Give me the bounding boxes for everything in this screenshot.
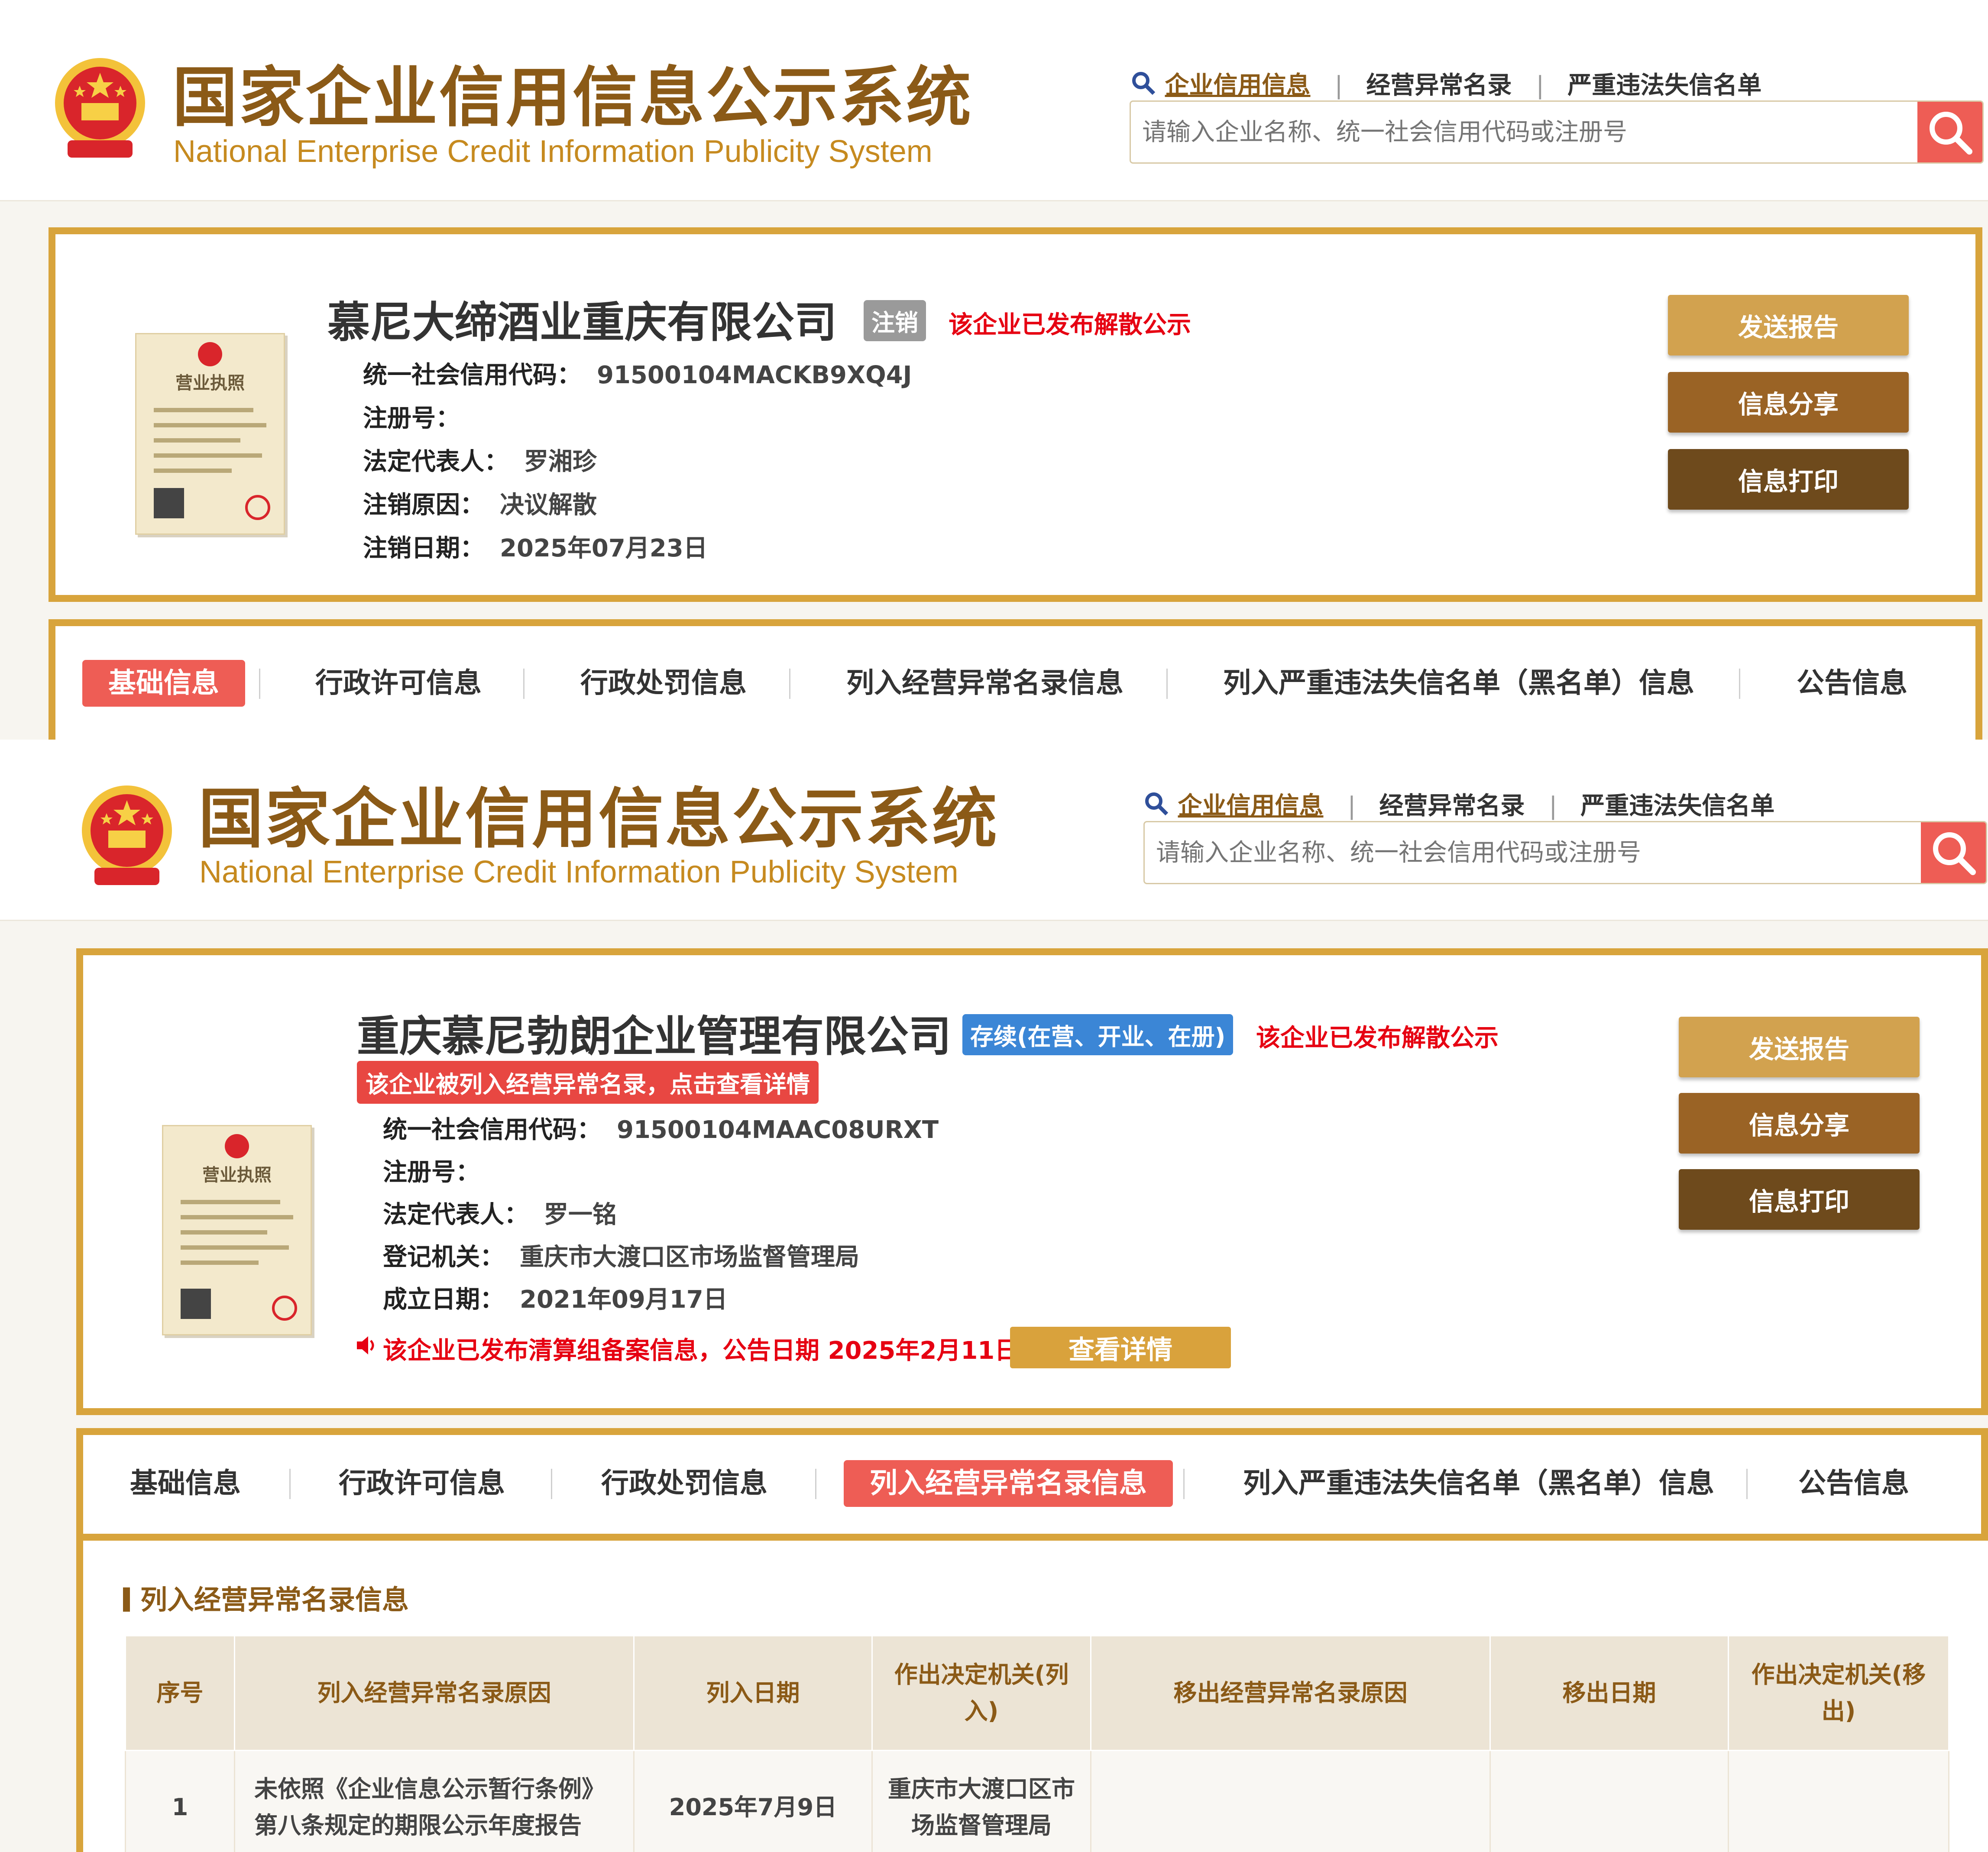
- dissolution-notice: 该企业已发布解散公示: [949, 311, 1191, 339]
- license-title: 营业执照: [175, 373, 245, 393]
- top-nav: 企业信用信息 | 经营异常名录 | 严重违法失信名单: [1130, 66, 1769, 101]
- status-badge: 注销: [864, 300, 926, 341]
- status-badge: 存续(在营、开业、在册): [962, 1014, 1234, 1055]
- cell-reason: 未依照《企业信息公示暂行条例》第八条规定的期限公示年度报告: [234, 1750, 635, 1852]
- national-emblem-icon: [82, 785, 172, 885]
- tab-admin-penalty[interactable]: 行政处罚信息: [601, 1460, 767, 1507]
- col-header-date: 列入日期: [633, 1635, 873, 1751]
- cell-authority-in: 重庆市大渡口区市场监督管理局: [871, 1750, 1091, 1852]
- abnormal-list-banner[interactable]: 该企业被列入经营异常名录，点击查看详情: [357, 1061, 819, 1104]
- license-icon[interactable]: 营业执照: [135, 333, 285, 535]
- field-legal-rep: 法定代表人： 罗湘珍: [363, 448, 597, 476]
- tab-basic-info[interactable]: 基础信息: [130, 1460, 241, 1507]
- license-title: 营业执照: [202, 1165, 272, 1185]
- share-info-button[interactable]: 信息分享: [1668, 372, 1909, 433]
- company-info-card: 营业执照 慕尼大缔酒业重庆有限公司 注销 该企业已发布解散公示 统一社会信用代码…: [49, 227, 1982, 602]
- cell-removal-date: [1489, 1750, 1729, 1852]
- magnifier-icon: [1145, 792, 1169, 816]
- search-button[interactable]: [1917, 102, 1982, 162]
- col-header-authority-out: 作出决定机关(移出): [1728, 1635, 1949, 1751]
- nav-abnormal-list[interactable]: 经营异常名录: [1366, 66, 1512, 101]
- cell-date: 2025年7月9日: [633, 1750, 873, 1852]
- site-header-2: 国家企业信用信息公示系统 National Enterprise Credit …: [0, 740, 1988, 921]
- abnormal-list-table: 序号 列入经营异常名录原因 列入日期 作出决定机关(列入) 移出经营异常名录原因…: [125, 1635, 1949, 1852]
- top-nav: 企业信用信息 | 经营异常名录 | 严重违法失信名单: [1143, 786, 1782, 821]
- company-name: 重庆慕尼勃朗企业管理有限公司: [357, 1012, 952, 1060]
- screenshot-top: 国家企业信用信息公示系统 National Enterprise Credit …: [0, 0, 1988, 740]
- nav-enterprise-credit[interactable]: 企业信用信息: [1178, 786, 1324, 821]
- company-name: 慕尼大缔酒业重庆有限公司: [327, 298, 837, 346]
- tab-bar: 基础信息 行政许可信息 行政处罚信息 列入经营异常名录信息 列入严重违法失信名单…: [49, 619, 1982, 740]
- tab-bar: 基础信息 行政许可信息 行政处罚信息 列入经营异常名录信息 列入严重违法失信名单…: [76, 1428, 1988, 1541]
- tab-admin-penalty[interactable]: 行政处罚信息: [580, 660, 747, 707]
- table-header-row: 序号 列入经营异常名录原因 列入日期 作出决定机关(列入) 移出经营异常名录原因…: [125, 1635, 1949, 1751]
- speaker-icon: [357, 1336, 374, 1354]
- field-reg-number: 注册号：: [363, 404, 460, 433]
- col-header-authority-in: 作出决定机关(列入): [871, 1635, 1091, 1751]
- search-box: [1143, 821, 1987, 884]
- screenshot-bottom: 国家企业信用信息公示系统 National Enterprise Credit …: [0, 740, 1988, 1852]
- magnifier-icon: [1132, 72, 1156, 95]
- search-button[interactable]: [1921, 822, 1986, 883]
- field-registration-authority: 登记机关： 重庆市大渡口区市场监督管理局: [383, 1243, 859, 1271]
- site-title-cn: 国家企业信用信息公示系统: [198, 782, 999, 855]
- site-title-en: National Enterprise Credit Information P…: [199, 855, 958, 889]
- print-info-button[interactable]: 信息打印: [1679, 1169, 1920, 1230]
- send-report-button[interactable]: 发送报告: [1668, 295, 1909, 356]
- tab-abnormal-list[interactable]: 列入经营异常名录信息: [846, 660, 1124, 707]
- license-icon[interactable]: 营业执照: [162, 1125, 312, 1335]
- search-icon: [1933, 832, 1976, 875]
- share-info-button[interactable]: 信息分享: [1679, 1093, 1920, 1154]
- field-cancel-date: 注销日期： 2025年07月23日: [363, 534, 708, 562]
- field-credit-code: 统一社会信用代码： 91500104MACKB9XQ4J: [363, 361, 912, 389]
- section-title: 列入经营异常名录信息: [123, 1578, 409, 1617]
- field-reg-number: 注册号：: [383, 1158, 480, 1186]
- site-header: 国家企业信用信息公示系统 National Enterprise Credit …: [0, 0, 1988, 201]
- field-legal-rep: 法定代表人： 罗一铭: [383, 1201, 617, 1229]
- send-report-button[interactable]: 发送报告: [1679, 1017, 1920, 1077]
- liquidation-notice: 该企业已发布清算组备案信息，公告日期 2025年2月11日: [383, 1337, 1019, 1365]
- table-row: 1 未依照《企业信息公示暂行条例》第八条规定的期限公示年度报告 2025年7月9…: [125, 1750, 1949, 1852]
- tab-announcements[interactable]: 公告信息: [1797, 660, 1907, 707]
- print-info-button[interactable]: 信息打印: [1668, 449, 1909, 510]
- search-input[interactable]: [1141, 102, 1913, 162]
- tab-abnormal-list[interactable]: 列入经营异常名录信息: [844, 1460, 1173, 1507]
- site-title-en: National Enterprise Credit Information P…: [173, 134, 932, 169]
- national-emblem-icon: [55, 58, 145, 158]
- site-title-cn: 国家企业信用信息公示系统: [172, 61, 973, 134]
- section-panel: 列入经营异常名录信息 序号 列入经营异常名录原因 列入日期 作出决定机关(列入)…: [76, 1541, 1988, 1852]
- cell-index: 1: [125, 1750, 235, 1852]
- company-info-card: 营业执照 重庆慕尼勃朗企业管理有限公司 存续(在营、开业、在册) 该企业已发布解…: [76, 948, 1988, 1415]
- col-header-removal-reason: 移出经营异常名录原因: [1090, 1635, 1491, 1751]
- nav-blacklist[interactable]: 严重违法失信名单: [1567, 66, 1761, 101]
- tab-admin-license[interactable]: 行政许可信息: [315, 660, 482, 707]
- tab-blacklist[interactable]: 列入严重违法失信名单（黑名单）信息: [1243, 1460, 1714, 1507]
- nav-enterprise-credit[interactable]: 企业信用信息: [1165, 66, 1311, 101]
- view-details-button[interactable]: 查看详情: [1010, 1327, 1231, 1368]
- tab-basic-info[interactable]: 基础信息: [82, 660, 245, 707]
- tab-announcements[interactable]: 公告信息: [1798, 1460, 1909, 1507]
- cell-removal-reason: [1090, 1750, 1491, 1852]
- search-input[interactable]: [1155, 822, 1917, 883]
- search-box: [1130, 100, 1984, 164]
- nav-abnormal-list[interactable]: 经营异常名录: [1379, 786, 1525, 821]
- col-header-index: 序号: [125, 1635, 235, 1751]
- field-credit-code: 统一社会信用代码： 91500104MAAC08URXT: [383, 1116, 939, 1144]
- col-header-reason: 列入经营异常名录原因: [234, 1635, 635, 1751]
- tab-admin-license[interactable]: 行政许可信息: [339, 1460, 505, 1507]
- search-icon: [1930, 112, 1972, 155]
- dissolution-notice: 该企业已发布解散公示: [1256, 1024, 1499, 1052]
- col-header-removal-date: 移出日期: [1489, 1635, 1729, 1751]
- field-founded-date: 成立日期： 2021年09月17日: [383, 1286, 728, 1314]
- cell-authority-out: [1728, 1750, 1949, 1852]
- field-cancel-reason: 注销原因： 决议解散: [363, 491, 597, 519]
- tab-blacklist[interactable]: 列入严重违法失信名单（黑名单）信息: [1223, 660, 1694, 707]
- nav-blacklist[interactable]: 严重违法失信名单: [1580, 786, 1774, 821]
